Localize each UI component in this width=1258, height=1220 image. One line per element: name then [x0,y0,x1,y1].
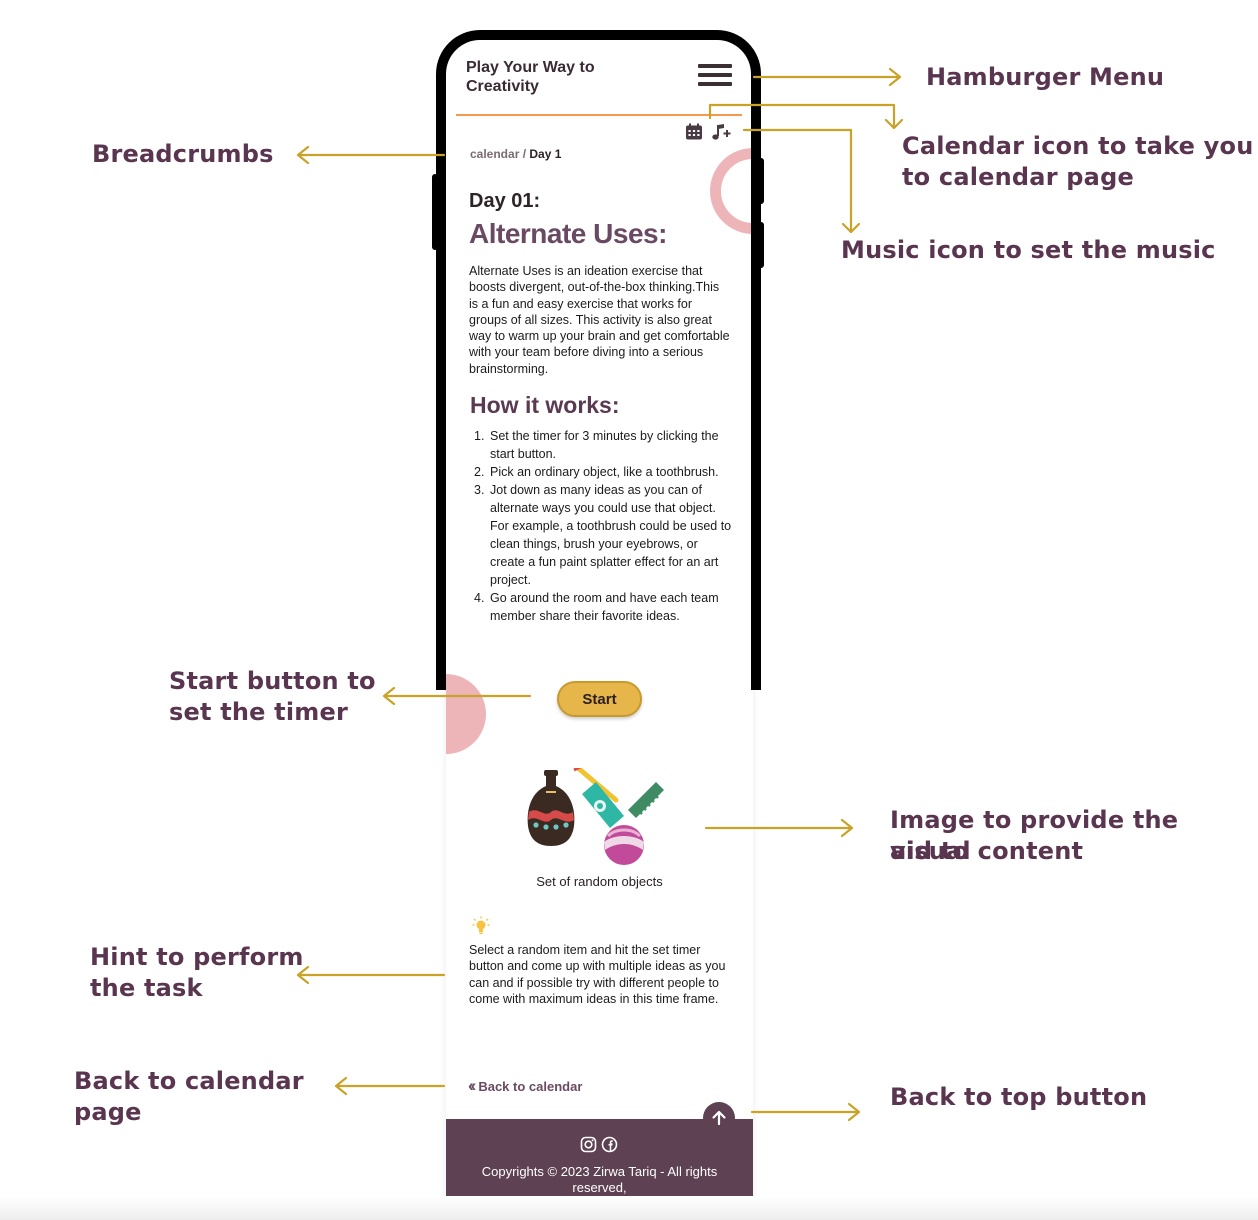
phone-frame [436,30,761,690]
double-chevron-left-icon: ‹‹ [468,1076,477,1095]
annotation-back-line2: page [74,1098,142,1126]
arrow-up-icon [712,1110,726,1126]
back-to-calendar-label: Back to calendar [478,1078,583,1094]
random-objects-image [527,768,664,865]
annotation-start-line2: set the timer [169,698,349,726]
footer: Copyrights © 2023 Zirwa Tariq - All righ… [446,1119,753,1200]
annotation-hamburger: Hamburger Menu [926,63,1165,91]
annotation-hint-line2: the task [90,974,203,1002]
annotation-breadcrumbs: Breadcrumbs [92,140,274,168]
annotation-hint-line1: Hint to perform [90,943,304,971]
instagram-icon[interactable] [580,1136,597,1153]
back-to-calendar-link[interactable]: ‹‹ Back to calendar [468,1076,582,1096]
back-to-top-button[interactable] [703,1102,735,1134]
image-caption: Set of random objects [536,874,663,889]
facebook-icon[interactable] [601,1136,618,1153]
bottom-shade [0,1196,1258,1220]
annotation-music: Music icon to set the music [841,236,1216,264]
social-icons [580,1136,620,1154]
phone-side-button [758,222,764,268]
phone-side-button [432,174,438,250]
annotation-start-line1: Start button to [169,667,376,695]
annotation-back-line1: Back to calendar [74,1067,304,1095]
annotation-top: Back to top button [890,1083,1148,1111]
lightbulb-icon [472,916,490,935]
annotation-calendar-line2: to calendar page [902,163,1134,191]
hint-text: Select a random item and hit the set tim… [469,943,726,1006]
annotation-calendar-line1: Calendar icon to take you [902,132,1254,160]
phone-side-button [758,158,764,204]
annotation-image-line2: aid to content [890,837,1084,865]
copyright-text: Copyrights © 2023 Zirwa Tariq - All righ… [481,1164,718,1195]
